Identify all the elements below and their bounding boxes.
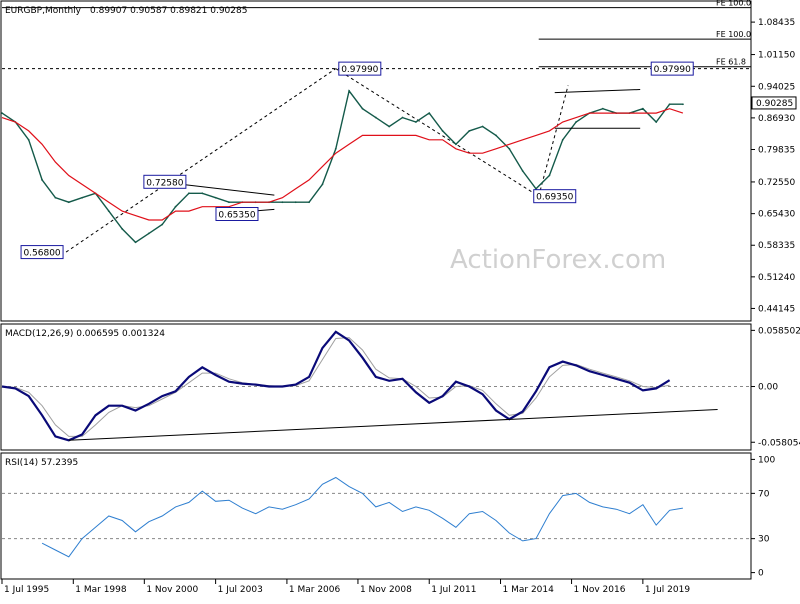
price-point xyxy=(134,241,137,244)
fib-level-label: FE 100.0 xyxy=(716,30,751,39)
price-point xyxy=(468,130,471,132)
price-y-tick-label: 0.72550 xyxy=(758,178,795,188)
rsi-panel-frame xyxy=(0,452,752,580)
macd-y-tick-label: -0.058054 xyxy=(758,438,800,448)
price-y-tick-label: 0.58335 xyxy=(758,241,795,251)
price-point xyxy=(54,196,57,199)
time-axis: 1 Jul 1995 1 Mar 1998 1 Nov 2000 1 Jul 2003… xyxy=(1,579,690,595)
pivot-label: 0.65350 xyxy=(218,211,255,221)
price-point xyxy=(601,107,604,110)
x-tick-label: 1 Mar 2006 xyxy=(289,585,341,595)
price-point xyxy=(228,201,230,204)
price-point xyxy=(214,196,217,199)
price-point xyxy=(641,107,644,110)
rsi-label: RSI(14) 57.2395 xyxy=(5,458,78,468)
macd-label: MACD(12,26,9) 0.006595 0.001324 xyxy=(5,329,165,339)
price-point xyxy=(655,121,658,123)
price-point xyxy=(41,179,43,181)
x-tick-label: 1 Jul 2003 xyxy=(218,585,263,595)
price-point xyxy=(508,147,511,150)
x-tick-label: 1 Nov 2008 xyxy=(360,585,412,595)
macd-panel: MACD(12,26,9) 0.006595 0.001324 0.058502… xyxy=(0,323,800,451)
price-point xyxy=(682,103,684,106)
price-point xyxy=(401,116,404,119)
last-price-label: 0.90285 xyxy=(756,99,793,109)
rsi-y-tick-label: 30 xyxy=(758,535,770,545)
price-point xyxy=(374,116,377,119)
price-point xyxy=(428,112,431,115)
price-point xyxy=(161,223,164,226)
price-point xyxy=(147,232,150,235)
macd-y-tick-label: 0.058502 xyxy=(758,326,800,336)
price-point xyxy=(575,121,577,123)
price-point xyxy=(188,192,190,195)
fib-level-label: FE 100.0 xyxy=(716,0,751,8)
price-point xyxy=(1,112,3,115)
x-tick-label: 1 Jul 2011 xyxy=(431,585,476,595)
price-point xyxy=(121,228,124,230)
pivot-label: 0.97990 xyxy=(341,65,378,75)
eurgbp-monthly-chart: ActionForex.com EURGBP,Monthly 0.89907 0… xyxy=(0,0,800,600)
chart-canvas: ActionForex.com EURGBP,Monthly 0.89907 0… xyxy=(0,0,800,595)
price-panel: ActionForex.com EURGBP,Monthly 0.89907 0… xyxy=(0,0,797,322)
price-point xyxy=(548,174,551,177)
price-point xyxy=(321,183,324,186)
price-point xyxy=(388,125,391,128)
price-point xyxy=(481,125,484,128)
price-point xyxy=(521,170,524,172)
price-y-tick-label: 0.79835 xyxy=(758,145,795,155)
price-y-tick-label: 0.94025 xyxy=(758,82,795,92)
price-point xyxy=(668,103,671,106)
price-point xyxy=(294,201,297,204)
rsi-y-tick-label: 0 xyxy=(758,569,764,579)
watermark: ActionForex.com xyxy=(450,245,666,275)
rsi-y-tick-label: 70 xyxy=(758,489,770,499)
x-tick-label: 1 Mar 2014 xyxy=(503,585,555,595)
price-point xyxy=(348,89,351,92)
price-point xyxy=(81,196,84,199)
price-point xyxy=(441,130,444,132)
price-point xyxy=(455,143,457,146)
pivot-label: 0.72580 xyxy=(146,178,183,188)
macd-y-tick-label: 0.00 xyxy=(758,383,778,393)
rsi-y-tick-label: 100 xyxy=(758,455,775,465)
price-point xyxy=(495,134,497,137)
price-point xyxy=(414,121,417,123)
price-y-tick-label: 0.65430 xyxy=(758,210,795,220)
pivot-label: 0.97990 xyxy=(654,65,691,75)
price-point xyxy=(361,107,364,110)
pivot-label: 0.56800 xyxy=(23,249,60,259)
x-tick-label: 1 Jul 1995 xyxy=(4,585,49,595)
price-point xyxy=(561,138,564,141)
price-point xyxy=(281,201,284,204)
x-tick-label: 1 Nov 2000 xyxy=(146,585,198,595)
price-y-tick-label: 1.08435 xyxy=(758,18,795,28)
x-tick-label: 1 Jul 2019 xyxy=(645,585,690,595)
pivot-label: 0.69350 xyxy=(536,193,573,203)
price-point xyxy=(67,201,70,204)
price-y-tick-label: 0.44145 xyxy=(758,304,795,314)
price-y-tick-label: 0.86930 xyxy=(758,114,795,124)
price-point xyxy=(201,192,204,195)
price-y-tick-label: 1.01150 xyxy=(758,51,795,61)
price-point xyxy=(107,210,110,213)
price-point xyxy=(308,201,310,204)
price-point xyxy=(174,205,177,208)
x-tick-label: 1 Nov 2016 xyxy=(574,585,626,595)
rsi-panel: RSI(14) 57.2395 100 70 30 0 xyxy=(0,452,775,580)
price-y-tick-label: 0.51240 xyxy=(758,273,795,283)
fib-level-label: FE 61.8 xyxy=(716,58,746,67)
price-point xyxy=(27,138,30,141)
price-point xyxy=(334,147,337,150)
x-tick-label: 1 Mar 1998 xyxy=(75,585,127,595)
